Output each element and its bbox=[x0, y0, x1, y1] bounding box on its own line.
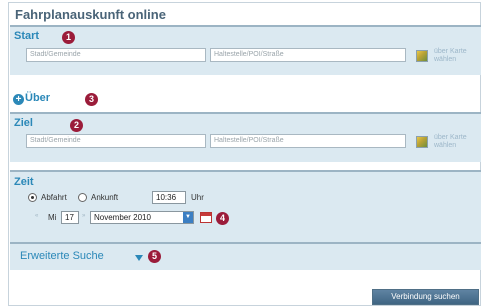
via-label[interactable]: Über bbox=[25, 92, 50, 104]
chevron-down-icon[interactable]: ▼ bbox=[183, 212, 193, 223]
plus-circle-icon[interactable]: + bbox=[13, 94, 24, 105]
departure-label: Abfahrt bbox=[41, 193, 67, 202]
start-section: Start 1 Stadt/Gemeinde Haltestelle/POI/S… bbox=[10, 27, 481, 75]
ziel-map-icon[interactable] bbox=[416, 136, 428, 148]
weekday: Mi bbox=[48, 213, 57, 222]
start-city-input[interactable]: Stadt/Gemeinde bbox=[26, 48, 206, 62]
via-badge: 3 bbox=[85, 93, 98, 106]
start-map-link[interactable]: über Karte wählen bbox=[434, 48, 467, 64]
start-stop-input[interactable]: Haltestelle/POI/Straße bbox=[210, 48, 406, 62]
start-map-icon[interactable] bbox=[416, 50, 428, 62]
ziel-badge: 2 bbox=[70, 119, 83, 132]
start-badge: 1 bbox=[62, 31, 75, 44]
triangle-down-icon[interactable] bbox=[135, 255, 143, 261]
arrival-label: Ankunft bbox=[91, 193, 119, 202]
ziel-stop-input[interactable]: Haltestelle/POI/Straße bbox=[210, 134, 406, 148]
start-label: Start bbox=[14, 30, 40, 42]
month-select[interactable]: November 2010 ▼ bbox=[90, 211, 194, 224]
advanced-badge: 5 bbox=[148, 250, 161, 263]
next-day-arrow[interactable]: » bbox=[82, 213, 85, 219]
calendar-icon[interactable] bbox=[200, 212, 212, 223]
zeit-label: Zeit bbox=[14, 176, 34, 188]
month-select-value: November 2010 bbox=[94, 213, 151, 222]
departure-radio[interactable] bbox=[28, 193, 37, 202]
ziel-map-link[interactable]: über Karte wählen bbox=[434, 134, 467, 150]
prev-day-arrow[interactable]: « bbox=[35, 213, 38, 219]
ziel-city-input[interactable]: Stadt/Gemeinde bbox=[26, 134, 206, 148]
arrival-radio[interactable] bbox=[78, 193, 87, 202]
search-connection-button[interactable]: Verbindung suchen bbox=[372, 289, 479, 305]
time-input[interactable]: 10:36 bbox=[152, 191, 186, 204]
ziel-label: Ziel bbox=[14, 117, 33, 129]
advanced-search-link[interactable]: Erweiterte Suche bbox=[20, 250, 104, 262]
search-form-frame: Fahrplanauskunft online Start 1 Stadt/Ge… bbox=[8, 2, 481, 306]
page-title: Fahrplanauskunft online bbox=[15, 7, 166, 22]
zeit-section: Zeit Abfahrt Ankunft 10:36 Uhr « Mi 17 »… bbox=[10, 172, 481, 242]
date-badge: 4 bbox=[216, 212, 229, 225]
ziel-section: Ziel 2 Stadt/Gemeinde Haltestelle/POI/St… bbox=[10, 114, 481, 162]
day-input[interactable]: 17 bbox=[61, 211, 79, 224]
advanced-section: Erweiterte Suche 5 bbox=[10, 244, 481, 270]
time-unit: Uhr bbox=[191, 193, 204, 202]
